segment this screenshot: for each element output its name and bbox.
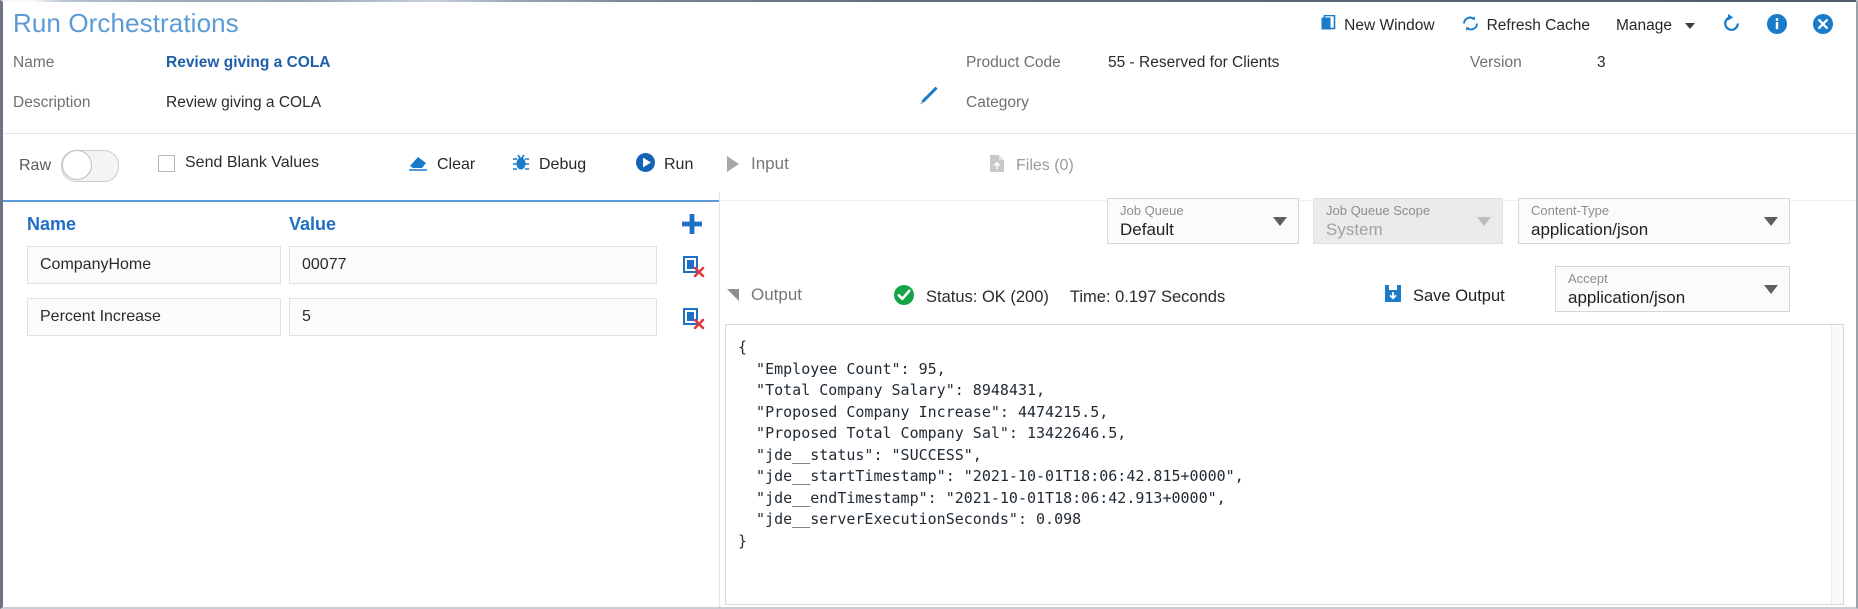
param-value-input[interactable]: 00077 <box>289 246 657 284</box>
reset-button[interactable] <box>1708 12 1754 40</box>
clear-button[interactable]: Clear <box>407 152 475 177</box>
product-code-value: 55 - Reserved for Clients <box>1108 54 1280 71</box>
info-button[interactable] <box>1754 12 1800 40</box>
table-row: Percent Increase 5 <box>3 298 719 350</box>
new-window-button[interactable]: New Window <box>1307 12 1447 40</box>
new-window-label: New Window <box>1344 17 1435 34</box>
table-row: CompanyHome 00077 <box>3 246 719 298</box>
product-code-label: Product Code <box>966 54 1061 71</box>
delete-row-button[interactable] <box>681 254 705 283</box>
param-name-input[interactable]: Percent Increase <box>27 298 281 336</box>
description-label: Description <box>13 94 91 111</box>
debug-button[interactable]: Debug <box>511 152 586 177</box>
grid-header: Name Value <box>3 202 719 246</box>
output-label: Output <box>751 285 803 304</box>
description-value: Review giving a COLA <box>166 94 322 111</box>
name-label: Name <box>13 54 55 71</box>
raw-toggle-knob <box>62 150 93 180</box>
execution-time-text: Time: 0.197 Seconds <box>1069 288 1226 306</box>
version-label: Version <box>1470 54 1522 71</box>
send-blank-values-label: Send Blank Values <box>185 154 320 171</box>
send-blank-values-checkbox[interactable]: Send Blank Values <box>158 154 319 172</box>
checkbox-box <box>158 154 175 172</box>
eraser-icon <box>407 152 429 177</box>
chevron-down-icon <box>1273 217 1287 226</box>
input-parameters-grid: Name Value CompanyHome 00077 Percent Inc… <box>3 200 719 607</box>
play-icon <box>635 152 656 178</box>
triangle-down-icon <box>727 289 739 301</box>
refresh-cache-label: Refresh Cache <box>1486 17 1590 34</box>
content-type-select[interactable]: Content-Type application/json <box>1518 198 1790 244</box>
column-header-name: Name <box>27 214 77 234</box>
pane-divider <box>719 192 720 607</box>
raw-toggle[interactable] <box>61 150 120 182</box>
status-text: Status: OK (200) <box>926 288 1049 306</box>
job-queue-scope-value: System <box>1326 220 1383 239</box>
manage-menu-button[interactable]: Manage <box>1603 12 1708 40</box>
file-upload-icon <box>988 154 1006 178</box>
content-type-value: application/json <box>1531 220 1649 239</box>
page-title: Run Orchestrations <box>13 8 239 38</box>
orchestration-name-value: Review giving a COLA <box>166 54 331 71</box>
input-section-toggle[interactable]: Input <box>727 154 789 174</box>
param-name-input[interactable]: CompanyHome <box>27 246 281 284</box>
clear-label: Clear <box>437 155 476 173</box>
output-scrollbar[interactable] <box>1831 325 1843 604</box>
status-badge: Status: OK (200) Time: 0.197 Seconds <box>893 284 1225 311</box>
category-label: Category <box>966 94 1029 111</box>
triangle-right-icon <box>727 156 739 172</box>
param-value-input[interactable]: 5 <box>289 298 657 336</box>
column-header-value: Value <box>289 214 337 234</box>
accept-label: Accept <box>1568 271 1608 286</box>
close-icon <box>1812 13 1834 40</box>
files-button[interactable]: Files (0) <box>988 154 1074 178</box>
save-output-button[interactable]: Save Output <box>1383 283 1505 309</box>
header-meta-row-1: Name Review giving a COLA Product Code 5… <box>3 46 1856 86</box>
chevron-down-icon <box>1764 285 1778 294</box>
output-section-toggle[interactable]: Output <box>727 285 802 305</box>
status-ok-icon <box>893 284 915 311</box>
close-button[interactable] <box>1800 12 1846 40</box>
refresh-cache-icon <box>1461 15 1480 37</box>
version-value: 3 <box>1597 54 1606 71</box>
accept-select[interactable]: Accept application/json <box>1555 266 1790 312</box>
input-label: Input <box>751 154 789 173</box>
output-json-panel: { "Employee Count": 95, "Total Company S… <box>725 324 1844 605</box>
run-button[interactable]: Run <box>635 152 693 178</box>
job-queue-value: Default <box>1120 220 1174 239</box>
new-window-icon <box>1320 14 1337 37</box>
raw-label: Raw <box>19 157 52 174</box>
bug-icon <box>511 152 531 177</box>
delete-row-button[interactable] <box>681 306 705 335</box>
debug-label: Debug <box>539 155 587 173</box>
save-download-icon <box>1383 283 1403 309</box>
header-meta-row-2: Description Review giving a COLA Categor… <box>3 86 1856 126</box>
manage-label: Manage <box>1615 17 1672 34</box>
output-json-text: { "Employee Count": 95, "Total Company S… <box>738 338 1244 550</box>
header-toolbar: New Window Refresh Cache Manage <box>1307 12 1846 40</box>
content-type-label: Content-Type <box>1531 203 1610 218</box>
action-bar: Raw Send Blank Values Clear Debug Run In… <box>3 134 1856 201</box>
files-label: Files (0) <box>1016 157 1074 174</box>
chevron-down-icon <box>1764 217 1778 226</box>
info-icon <box>1766 13 1788 40</box>
job-queue-scope-label: Job Queue Scope <box>1326 203 1431 218</box>
run-orchestrations-window: Run Orchestrations New Window Refresh Ca… <box>0 0 1858 609</box>
job-queue-select[interactable]: Job Queue Default <box>1107 198 1299 244</box>
save-output-label: Save Output <box>1413 286 1505 305</box>
refresh-cache-button[interactable]: Refresh Cache <box>1448 12 1603 40</box>
add-row-button[interactable] <box>679 211 705 242</box>
reset-icon <box>1721 13 1742 39</box>
page-header: Run Orchestrations New Window Refresh Ca… <box>3 2 1856 134</box>
pencil-icon <box>915 86 941 113</box>
accept-value: application/json <box>1568 288 1686 307</box>
run-label: Run <box>664 156 694 173</box>
chevron-down-icon <box>1685 23 1695 29</box>
job-queue-label: Job Queue <box>1120 203 1184 218</box>
edit-category-button[interactable] <box>915 83 941 114</box>
raw-toggle-group: Raw <box>19 150 120 182</box>
job-queue-scope-select: Job Queue Scope System <box>1313 198 1503 244</box>
chevron-down-icon <box>1477 217 1491 226</box>
